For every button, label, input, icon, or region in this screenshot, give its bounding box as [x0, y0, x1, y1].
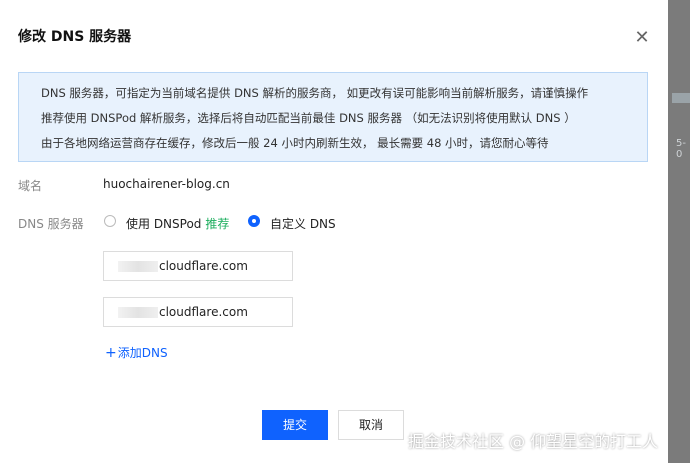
recommend-badge: 推荐 [205, 217, 230, 231]
notice-line: DNS 服务器，可指定为当前域名提供 DNS 解析的服务商， 如更改有误可能影响… [41, 86, 589, 100]
dns-server-label: DNS 服务器 [18, 217, 84, 231]
dns-input-2[interactable]: cloudflare.com [103, 297, 293, 327]
radio-custom-dns-label[interactable]: 自定义 DNS [270, 215, 336, 232]
watermark: 掘金技术社区 @ 仰望星空的打工人 [408, 432, 659, 451]
cancel-button[interactable]: 取消 [338, 410, 404, 440]
dns-dialog: 修改 DNS 服务器 ✕ DNS 服务器，可指定为当前域名提供 DNS 解析的服… [0, 0, 668, 463]
notice-line: 推荐使用 DNSPod 解析服务，选择后将自动匹配当前最佳 DNS 服务器 （如… [41, 111, 576, 125]
redacted-text [118, 261, 158, 272]
background-fragment-text: 5-0 [676, 138, 686, 160]
info-notice: DNS 服务器，可指定为当前域名提供 DNS 解析的服务商， 如更改有误可能影响… [18, 72, 648, 162]
add-dns-button[interactable]: +添加DNS [105, 344, 168, 361]
dialog-title: 修改 DNS 服务器 [18, 29, 132, 45]
submit-button[interactable]: 提交 [262, 410, 328, 440]
radio-custom-dns[interactable] [248, 215, 260, 227]
domain-value: huochairener-blog.cn [103, 177, 230, 191]
plus-icon: + [105, 345, 117, 361]
redacted-text [118, 307, 158, 318]
radio-dnspod[interactable] [104, 215, 116, 227]
domain-label: 域名 [18, 179, 43, 193]
dns-input-1[interactable]: cloudflare.com [103, 251, 293, 281]
close-icon[interactable]: ✕ [632, 28, 652, 48]
notice-line: 由于各地网络运营商存在缓存，修改后一般 24 小时内刷新生效， 最长需要 48 … [41, 136, 549, 150]
radio-dnspod-label[interactable]: 使用 DNSPod 推荐 [126, 215, 229, 232]
background-fragment [672, 93, 690, 103]
